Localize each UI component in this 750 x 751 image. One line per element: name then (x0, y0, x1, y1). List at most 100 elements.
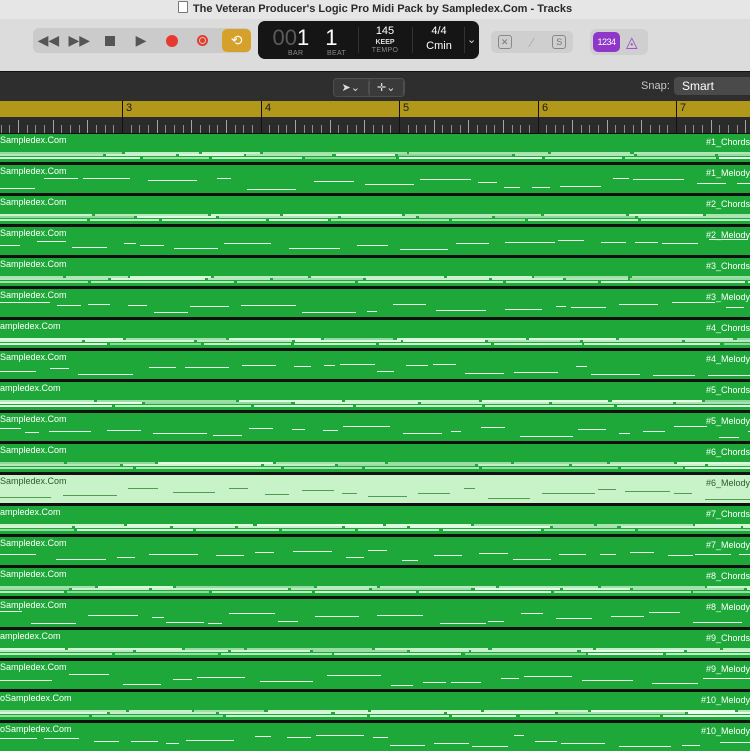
secondary-tool-menu[interactable]: ✛⌄ (370, 79, 404, 96)
midi-note (338, 464, 475, 466)
midi-note (0, 680, 52, 681)
midi-note (241, 305, 296, 306)
replace-mode-icon[interactable]: ✕ (497, 35, 512, 49)
midi-note (472, 746, 508, 747)
midi-note (676, 402, 750, 404)
midi-region[interactable]: ampledex.Com #9_Chords (0, 630, 750, 658)
midi-note (373, 737, 388, 738)
ruler-tick (295, 120, 296, 133)
midi-region[interactable]: Sampledex.Com #6_Chords (0, 444, 750, 472)
midi-note (302, 312, 356, 313)
midi-note (365, 467, 479, 469)
solo-icon[interactable]: S (552, 35, 567, 49)
stop-button[interactable] (95, 28, 126, 53)
lcd-menu-chevron-icon[interactable]: ⌄ (467, 33, 476, 46)
midi-region[interactable]: Sampledex.Com #1_Melody (0, 165, 750, 193)
midi-region[interactable]: Sampledex.Com #2_Melody (0, 227, 750, 255)
lcd-display[interactable]: 001 1 BAR BEAT 145 KEEP TEMPO 4/4 Cmin ⌄ (258, 21, 479, 59)
region-label: #1_Melody (705, 168, 750, 178)
midi-note (196, 529, 279, 531)
midi-region[interactable]: ampledex.Com #5_Chords (0, 382, 750, 410)
midi-note (617, 405, 750, 407)
midi-note (358, 529, 439, 531)
midi-note (78, 374, 133, 375)
midi-region[interactable]: Sampledex.Com #3_Chords (0, 258, 750, 286)
rewind-button[interactable]: ◀◀ (33, 28, 64, 53)
midi-note (488, 498, 530, 499)
record-button[interactable] (156, 28, 187, 53)
midi-note (0, 302, 50, 303)
midi-region[interactable]: ampledex.Com #7_Chords (0, 506, 750, 534)
region-label: #6_Melody (705, 478, 750, 488)
midi-region[interactable]: Sampledex.Com #8_Chords (0, 568, 750, 596)
midi-note (254, 405, 353, 407)
midi-note (410, 526, 550, 528)
region-label: #7_Chords (705, 509, 750, 519)
ruler-tick (243, 125, 244, 133)
tracks-area[interactable]: Sampledex.Com #1_Chords Sampledex.Com #1_Me… (0, 133, 750, 751)
midi-note (0, 467, 133, 469)
tuner-icon[interactable]: ⁄ (525, 35, 539, 50)
midi-note (90, 219, 159, 221)
midi-note (143, 157, 209, 159)
midi-region[interactable]: Sampledex.Com #6_Melody (0, 475, 750, 503)
midi-note (174, 248, 218, 249)
signature-key-display[interactable]: 4/4 Cmin (416, 21, 462, 59)
midi-note (106, 154, 176, 156)
midi-note (420, 179, 471, 180)
pointer-tool-menu[interactable]: ➤⌄ (334, 79, 370, 96)
midi-note (479, 553, 508, 554)
midi-note (107, 430, 141, 431)
midi-region[interactable]: Sampledex.Com #8_Melody (0, 599, 750, 627)
ruler-bar-marker: 4 (261, 101, 271, 133)
midi-note (0, 738, 37, 739)
midi-note (0, 591, 64, 593)
count-in-metronome-group: 1234 ◬ (590, 29, 648, 55)
midi-note (368, 550, 387, 551)
midi-note (327, 675, 381, 676)
midi-note (545, 157, 622, 159)
midi-region[interactable]: Sampledex.Com #4_Melody (0, 351, 750, 379)
ruler-tick (624, 125, 625, 133)
metronome-icon[interactable]: ◬ (626, 33, 638, 51)
midi-region[interactable]: ampledex.Com #4_Chords (0, 320, 750, 348)
midi-note (237, 281, 355, 283)
ruler-tick (35, 125, 36, 133)
play-button[interactable]: ▶ (126, 28, 157, 53)
midi-note (582, 680, 633, 681)
midi-note (492, 278, 563, 280)
ruler-tick (728, 125, 729, 133)
pointer-icon: ➤⌄ (334, 81, 369, 94)
count-in-button[interactable]: 1234 (593, 32, 620, 52)
tempo-display[interactable]: 145 KEEP TEMPO (362, 21, 408, 59)
midi-note (693, 591, 750, 593)
midi-note (621, 526, 741, 528)
midi-region[interactable]: Sampledex.Com #1_Chords (0, 134, 750, 162)
midi-region[interactable]: Sampledex.Com #3_Melody (0, 289, 750, 317)
midi-region[interactable]: Sampledex.Com #5_Melody (0, 413, 750, 441)
midi-region[interactable]: Sampledex.Com #7_Melody (0, 537, 750, 565)
midi-region[interactable]: oSampledex.Com #10_Melody (0, 723, 750, 751)
midi-note (83, 178, 130, 179)
region-name: Sampledex.Com (0, 352, 67, 362)
midi-note (31, 623, 76, 624)
midi-region[interactable]: Sampledex.Com #9_Melody (0, 661, 750, 689)
ruler-tick (53, 120, 54, 133)
midi-note (166, 743, 179, 744)
bar-ruler[interactable]: 3 4 5 6 7 (0, 101, 750, 133)
cycle-area[interactable] (0, 101, 750, 117)
midi-region[interactable]: oSampledex.Com #10_Melody (0, 692, 750, 720)
midi-note (341, 216, 416, 218)
midi-note (154, 312, 188, 313)
region-name: Sampledex.Com (0, 166, 67, 176)
midi-note (136, 467, 281, 469)
midi-region[interactable]: Sampledex.Com #2_Chords (0, 196, 750, 224)
midi-note (464, 488, 475, 489)
midi-note (137, 216, 216, 218)
cycle-button[interactable]: ⟲ (222, 29, 252, 52)
midi-note (238, 526, 342, 528)
midi-note (94, 741, 119, 742)
capture-record-button[interactable] (187, 28, 218, 53)
snap-select[interactable]: Smart (674, 77, 750, 95)
fast-forward-button[interactable]: ▶▶ (64, 28, 95, 53)
